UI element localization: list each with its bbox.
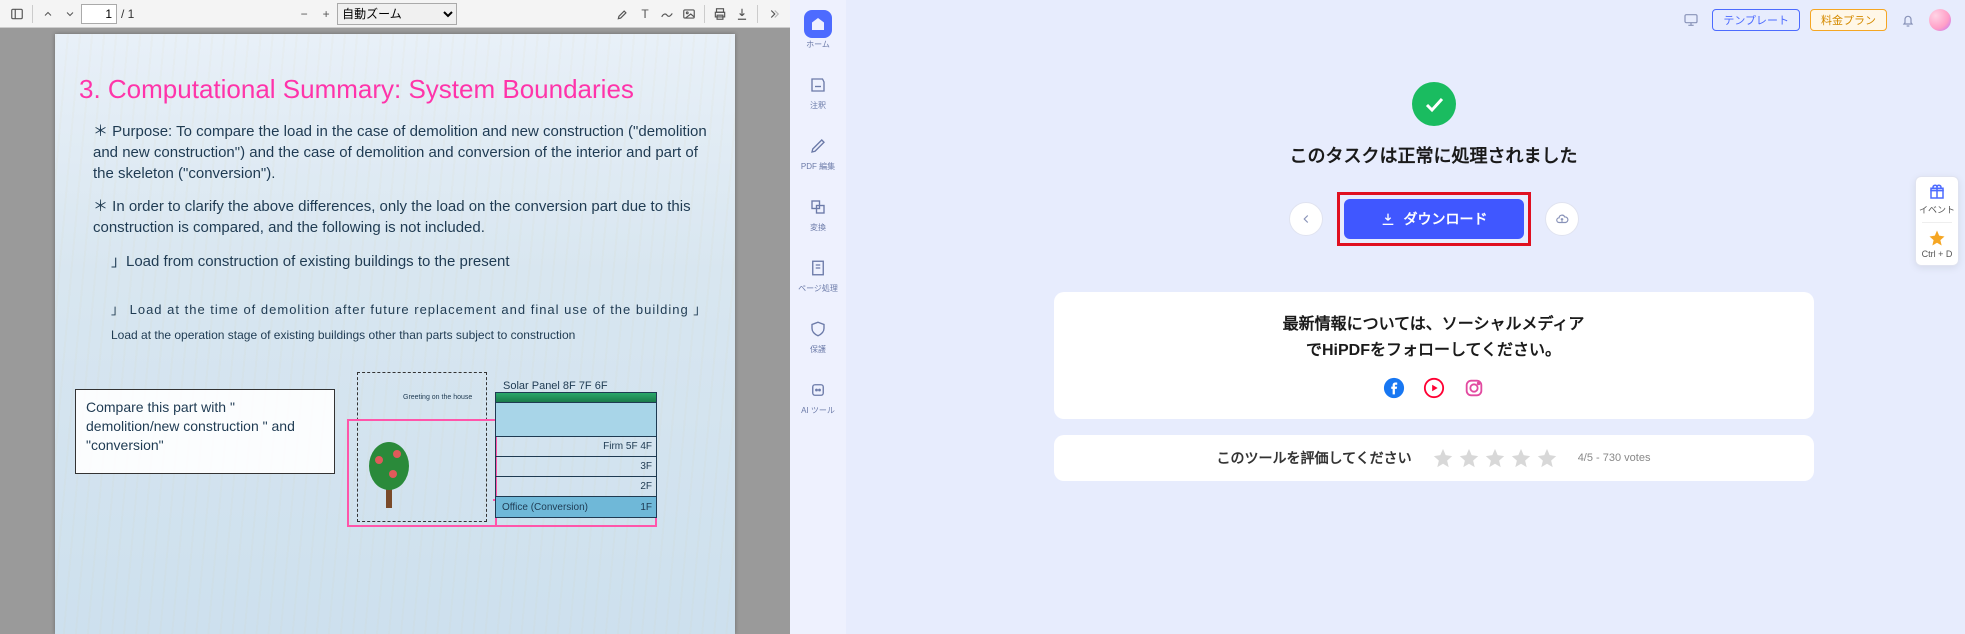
rail-label: 変換 [810,224,826,232]
avatar[interactable] [1929,9,1951,31]
left-rail: ホーム 注釈 PDF 編集 変換 ページ処理 保護 [790,0,846,634]
page-title: 3. Computational Summary: System Boundar… [79,74,711,105]
rail-label: ホーム [806,41,830,49]
table-row: Firm 5F 4F [495,436,657,456]
zoom-in-icon[interactable]: + [315,3,337,25]
zoom-out-icon[interactable]: − [293,3,315,25]
zoom-select[interactable]: 自動ズーム [337,3,457,25]
print-icon[interactable] [709,3,731,25]
sidebar-toggle-icon[interactable] [6,3,28,25]
page-down-icon[interactable] [59,3,81,25]
table-row: 2F [495,476,657,496]
rating-stars[interactable] [1432,447,1558,469]
desktop-icon[interactable] [1680,9,1702,31]
download-highlight: ダウンロード [1337,192,1531,246]
pricing-button[interactable]: 料金プラン [1810,9,1887,31]
edit-icon [804,132,832,160]
follow-card: 最新情報については、ソーシャルメディア でHiPDFをフォローしてください。 [1054,292,1814,419]
rating-card: このツールを評価してください 4/5 - 730 votes [1054,435,1814,481]
image-icon[interactable] [678,3,700,25]
app-pane: ホーム 注釈 PDF 編集 変換 ページ処理 保護 [790,0,1965,634]
star-icon[interactable] [1536,447,1558,469]
gift-button[interactable]: イベント [1919,183,1955,216]
paragraph: ＊ In order to clarify the above differen… [79,196,711,238]
table-row: 3F [495,456,657,476]
rail-label: 保護 [810,346,826,354]
rail-label: AI ツール [801,407,835,415]
bookmark-button[interactable]: Ctrl + D [1922,229,1953,259]
rail-protect[interactable]: 保護 [790,311,846,358]
float-label: Ctrl + D [1922,249,1953,259]
rail-label: ページ処理 [798,285,838,293]
star-icon[interactable] [1484,447,1506,469]
template-button[interactable]: テンプレート [1712,9,1800,31]
success-message: このタスクは正常に処理されました [1290,142,1578,168]
table-row: Office (Conversion)1F [495,496,657,518]
convert-icon [804,193,832,221]
page-icon [804,254,832,282]
more-icon[interactable] [762,3,784,25]
text-icon[interactable]: T [634,3,656,25]
rail-page[interactable]: ページ処理 [790,250,846,297]
success-area: このタスクは正常に処理されました ダウンロード [1289,82,1579,246]
diagram-table: Firm 5F 4F 3F 2F Office (Conversion)1F [495,392,657,516]
page-number-input[interactable] [81,4,117,24]
paragraph: ＊ Purpose: To compare the load in the ca… [79,121,711,184]
list-item: Load at the operation stage of existing … [79,328,711,342]
diagram-label: Solar Panel 8F 7F 6F [503,380,608,392]
star-icon[interactable] [1510,447,1532,469]
shield-icon [804,315,832,343]
top-bar: テンプレート 料金プラン [846,0,1965,40]
rail-label: PDF 編集 [801,163,835,171]
download-button[interactable]: ダウンロード [1344,199,1524,239]
tree-icon [359,432,419,512]
ai-icon [804,376,832,404]
page-up-icon[interactable] [37,3,59,25]
draw-icon[interactable] [656,3,678,25]
list-item: 」Load from construction of existing buil… [79,250,711,271]
rail-label: 注釈 [810,102,826,110]
float-panel: イベント Ctrl + D [1915,176,1959,266]
table-row [495,402,657,436]
download-icon[interactable] [731,3,753,25]
download-label: ダウンロード [1404,209,1488,229]
list-item: 」 Load at the time of demolition after f… [79,299,711,318]
check-icon [1412,82,1456,126]
home-icon [804,10,832,38]
rail-ai[interactable]: AI ツール [790,372,846,419]
pdf-viewport[interactable]: 3. Computational Summary: System Boundar… [0,28,790,634]
rail-edit[interactable]: PDF 編集 [790,128,846,175]
rail-home[interactable]: ホーム [790,6,846,53]
star-icon[interactable] [1458,447,1480,469]
main-content: このタスクは正常に処理されました ダウンロード 最新情報については、ソーシャルメ… [902,0,1965,634]
prev-button[interactable] [1289,202,1323,236]
cloud-upload-button[interactable] [1545,202,1579,236]
page-total-label: / 1 [121,7,134,21]
annotate-icon [804,71,832,99]
facebook-icon[interactable] [1383,377,1405,399]
bell-icon[interactable] [1897,9,1919,31]
youtube-icon[interactable] [1423,377,1445,399]
star-icon[interactable] [1432,447,1454,469]
float-label: イベント [1919,203,1955,216]
pdf-viewer-pane: / 1 − + 自動ズーム T 3. Computational Summary… [0,0,790,634]
rail-annotate[interactable]: 注釈 [790,67,846,114]
follow-text: 最新情報については、ソーシャルメディア でHiPDFをフォローしてください。 [1082,312,1786,363]
pdf-page: 3. Computational Summary: System Boundar… [55,34,735,634]
highlight-icon[interactable] [612,3,634,25]
instagram-icon[interactable] [1463,377,1485,399]
pdf-toolbar: / 1 − + 自動ズーム T [0,0,790,28]
caption-box: Compare this part with " demolition/new … [75,389,335,474]
rating-score: 4/5 - 730 votes [1578,452,1651,464]
rating-prompt: このツールを評価してください [1217,448,1412,468]
rail-convert[interactable]: 変換 [790,189,846,236]
